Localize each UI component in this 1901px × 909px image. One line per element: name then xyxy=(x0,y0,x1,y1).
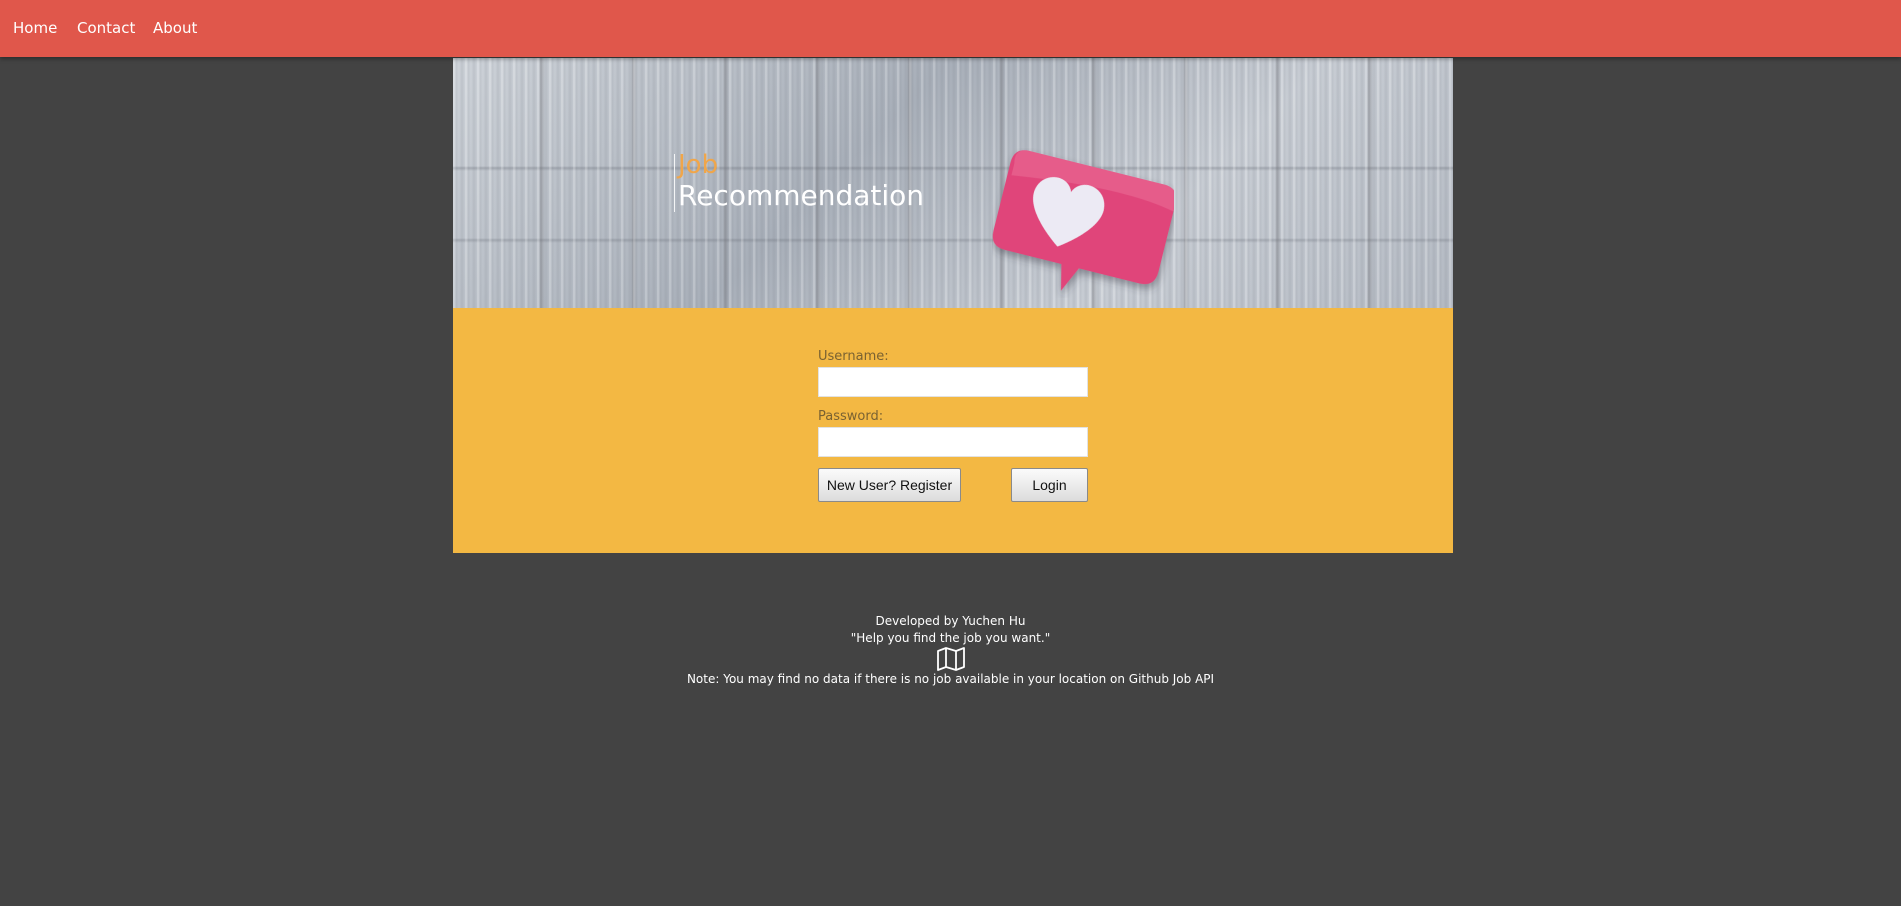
api-note: Note: You may find no data if there is n… xyxy=(686,672,1215,686)
heart-speech-bubble-icon xyxy=(992,150,1174,291)
register-button[interactable]: New User? Register xyxy=(818,468,961,502)
top-nav: Home Contact About xyxy=(0,0,1901,57)
hero-title-job: Job xyxy=(678,150,719,180)
password-input[interactable] xyxy=(818,427,1088,457)
map-icon xyxy=(936,647,965,671)
password-label: Password: xyxy=(818,409,884,424)
nav-item-contact[interactable]: Contact xyxy=(77,0,135,57)
title-divider xyxy=(674,154,675,212)
login-panel: Username: Password: New User? Register L… xyxy=(453,308,1453,553)
nav-item-home[interactable]: Home xyxy=(13,0,57,57)
hero-title-recommendation: Recommendation xyxy=(678,179,925,212)
login-button[interactable]: Login xyxy=(1011,468,1088,502)
tagline: "Help you find the job you want." xyxy=(850,631,1051,645)
page: Home Contact About Job Recommendation Us… xyxy=(0,0,1901,906)
hero-banner: Job Recommendation xyxy=(453,58,1453,308)
footer: Developed by Yuchen Hu "Help you find th… xyxy=(0,613,1901,688)
nav-item-about[interactable]: About xyxy=(153,0,197,57)
developer-credit: Developed by Yuchen Hu xyxy=(875,614,1026,628)
username-input[interactable] xyxy=(818,367,1088,397)
username-label: Username: xyxy=(818,349,889,364)
